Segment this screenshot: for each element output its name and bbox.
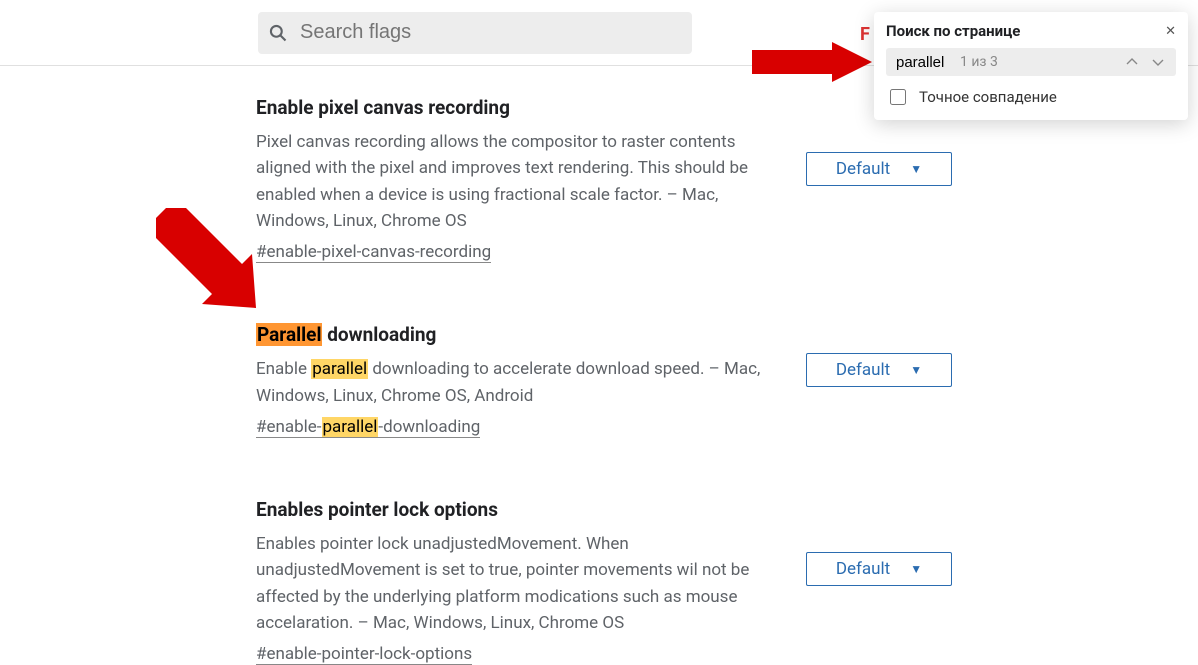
flag-state-select[interactable]: Default ▼ — [806, 353, 952, 387]
search-flags-box[interactable] — [258, 12, 692, 54]
flag-anchor-link[interactable]: #enable-parallel-downloading — [256, 417, 480, 438]
flag-item: Enables pointer lock options Enables poi… — [256, 498, 1198, 665]
find-next-button[interactable] — [1148, 52, 1168, 72]
chevron-down-icon: ▼ — [910, 363, 922, 377]
chevron-down-icon: ▼ — [910, 162, 922, 176]
flag-description: Pixel canvas recording allows the compos… — [256, 129, 776, 234]
flag-item: Parallel downloading Enable parallel dow… — [256, 323, 1198, 438]
search-highlight: parallel — [311, 359, 368, 379]
find-exact-label: Точное совпадение — [919, 88, 1057, 106]
flags-list: Enable pixel canvas recording Pixel canv… — [0, 66, 1198, 665]
flag-anchor-link[interactable]: #enable-pixel-canvas-recording — [256, 242, 491, 263]
find-input[interactable] — [894, 53, 954, 72]
flag-state-select[interactable]: Default ▼ — [806, 552, 952, 586]
close-icon[interactable]: ✕ — [1165, 24, 1176, 39]
search-highlight-active: Parallel — [256, 323, 322, 346]
flag-description: Enables pointer lock unadjustedMovement.… — [256, 531, 776, 636]
search-highlight: parallel — [322, 417, 379, 437]
find-exact-checkbox[interactable] — [890, 89, 906, 105]
find-prev-button[interactable] — [1122, 52, 1142, 72]
annotation-arrow — [156, 208, 266, 318]
flag-state-value: Default — [836, 360, 890, 380]
flag-description: Enable parallel downloading to accelerat… — [256, 356, 776, 409]
chevron-down-icon: ▼ — [910, 562, 922, 576]
find-panel-title: Поиск по странице — [886, 22, 1020, 40]
find-in-page-panel: Поиск по странице ✕ 1 из 3 Точное совпад… — [874, 12, 1188, 120]
annotation-arrow — [752, 42, 872, 82]
flag-state-value: Default — [836, 559, 890, 579]
flag-state-value: Default — [836, 159, 890, 179]
search-icon — [268, 23, 288, 43]
flag-title: Enables pointer lock options — [256, 498, 776, 521]
search-flags-input[interactable] — [298, 20, 682, 45]
find-exact-match[interactable]: Точное совпадение — [886, 86, 1176, 108]
flag-title: Parallel downloading — [256, 323, 776, 346]
find-input-row: 1 из 3 — [886, 48, 1176, 76]
flag-title: Enable pixel canvas recording — [256, 96, 776, 119]
flag-state-select[interactable]: Default ▼ — [806, 152, 952, 186]
find-match-count: 1 из 3 — [960, 54, 1116, 70]
flag-anchor-link[interactable]: #enable-pointer-lock-options — [256, 644, 472, 665]
flag-item: Enable pixel canvas recording Pixel canv… — [256, 96, 1198, 263]
